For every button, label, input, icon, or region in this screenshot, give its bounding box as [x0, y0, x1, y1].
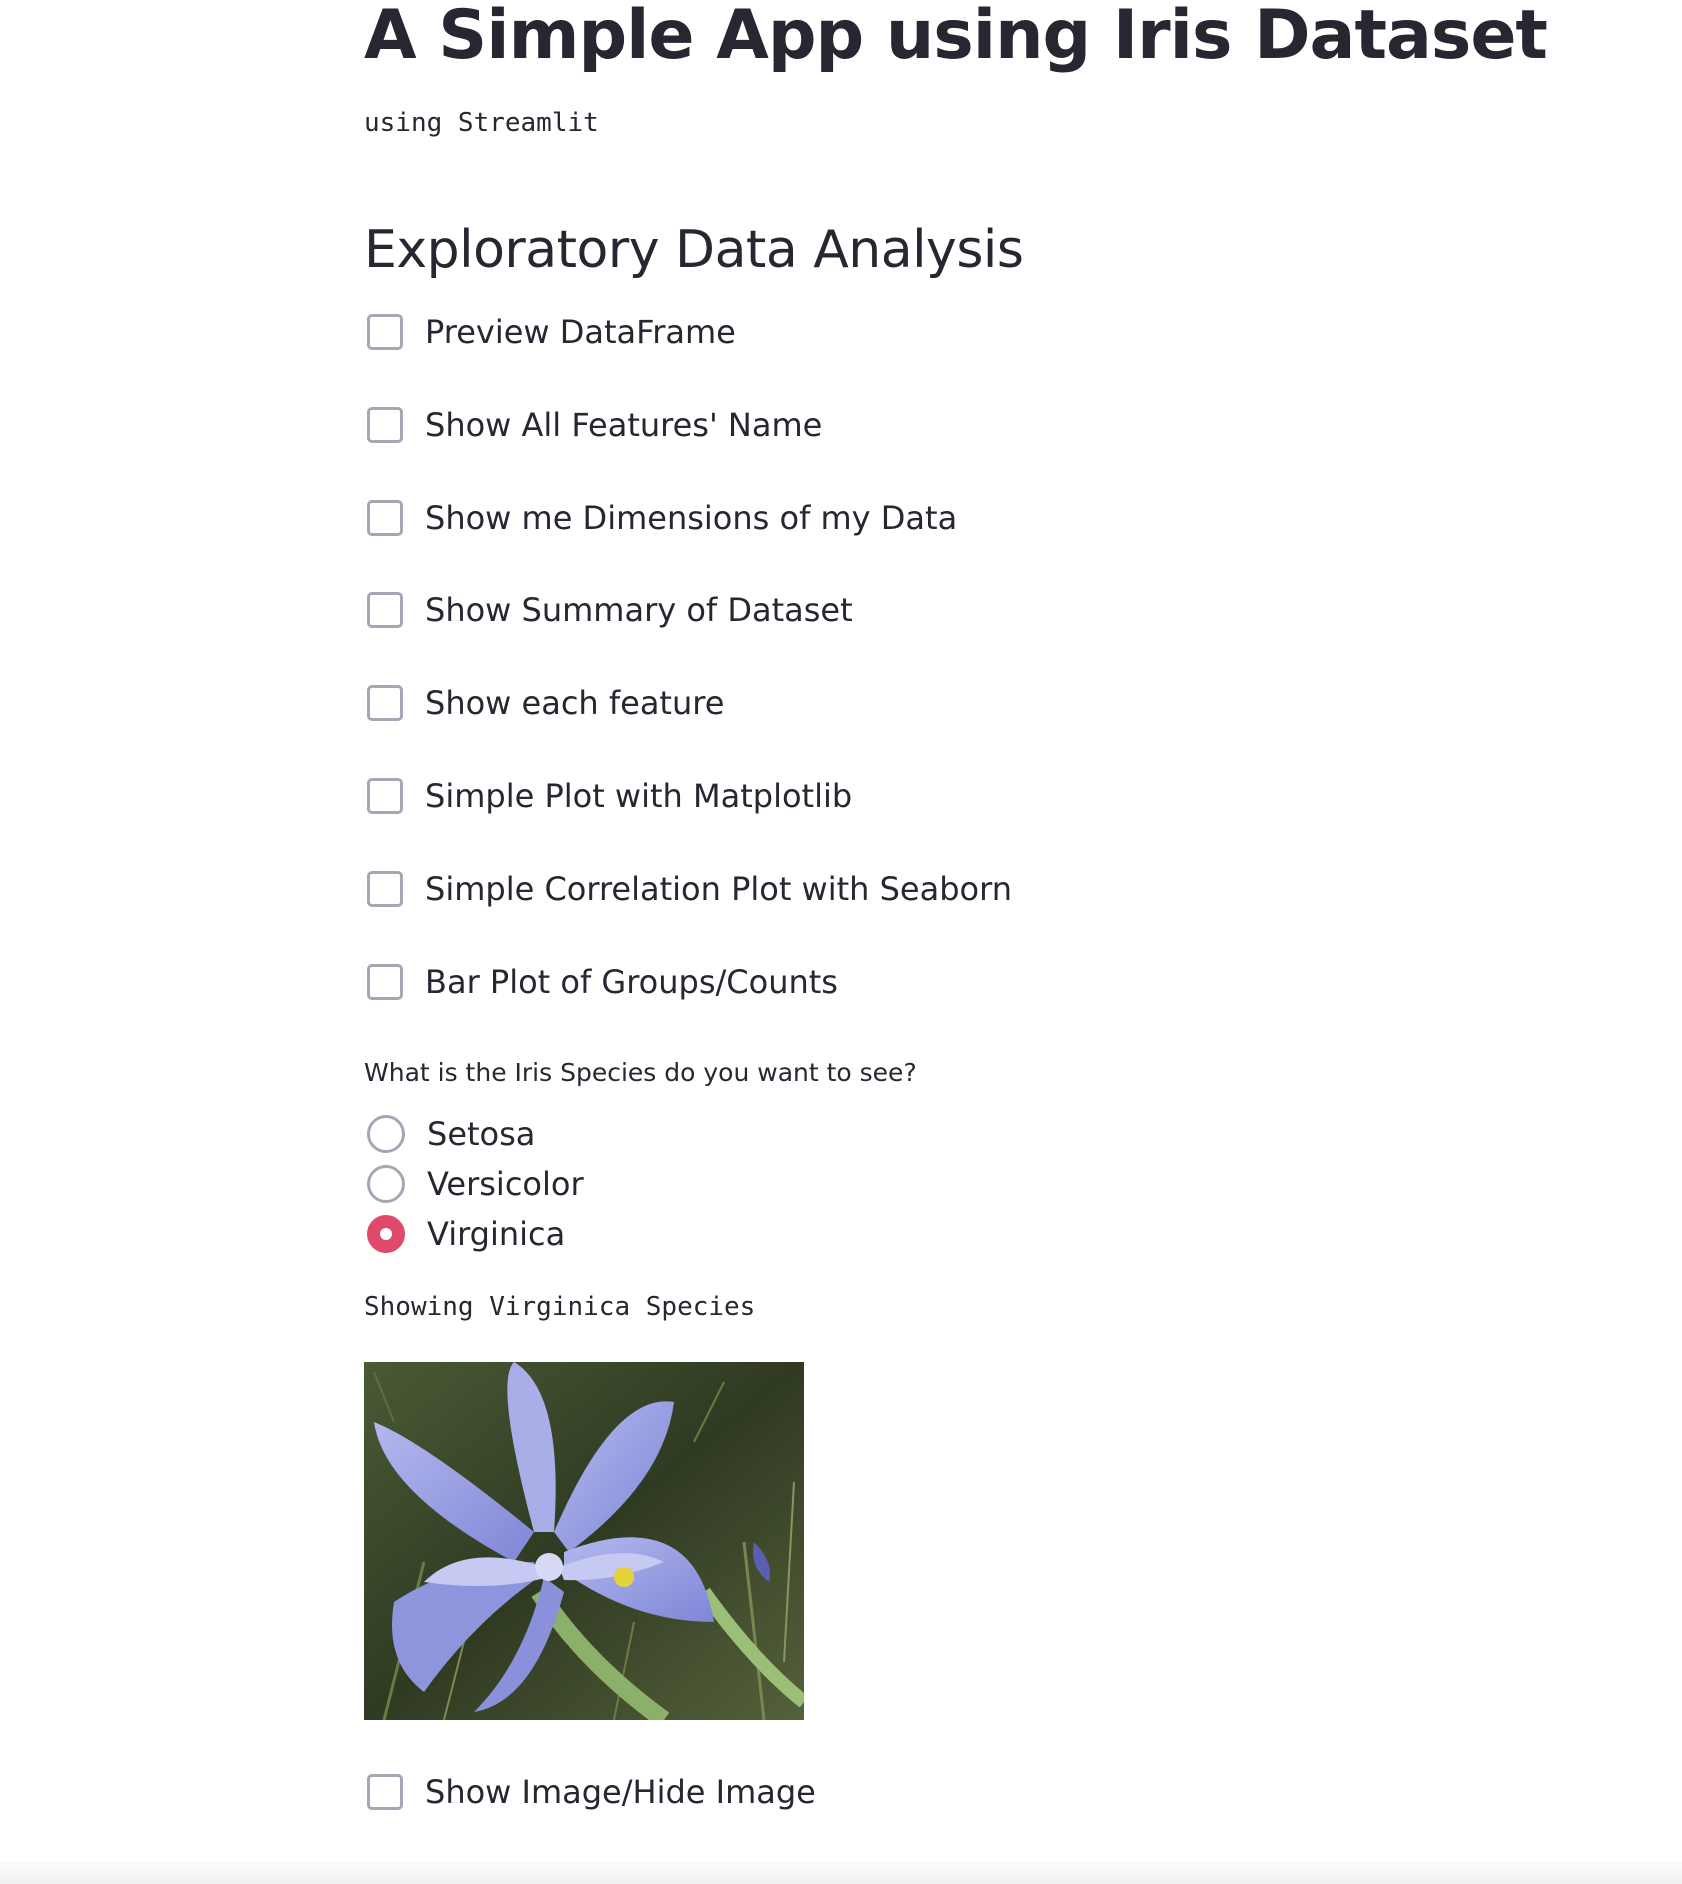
checkbox-show-each-feature[interactable]: Show each feature: [364, 681, 724, 725]
checkbox-seaborn-correlation[interactable]: Simple Correlation Plot with Seaborn: [364, 867, 1012, 911]
checkbox-box[interactable]: [367, 314, 403, 350]
checkbox-box[interactable]: [367, 1774, 403, 1810]
checkbox-show-summary[interactable]: Show Summary of Dataset: [364, 588, 853, 632]
radio-option-setosa[interactable]: Setosa: [364, 1112, 535, 1156]
checkbox-label: Bar Plot of Groups/Counts: [425, 963, 838, 1001]
checkbox-show-features-name[interactable]: Show All Features' Name: [364, 403, 822, 447]
radio-label: Virginica: [427, 1215, 566, 1253]
streamlit-page: A Simple App using Iris Dataset using St…: [0, 0, 1682, 1884]
checkbox-matplotlib-plot[interactable]: Simple Plot with Matplotlib: [364, 774, 852, 818]
iris-flower-image: [364, 1362, 804, 1720]
checkbox-show-dimensions[interactable]: Show me Dimensions of my Data: [364, 496, 957, 540]
radio-circle[interactable]: [367, 1165, 405, 1203]
checkbox-box[interactable]: [367, 964, 403, 1000]
checkbox-label: Simple Plot with Matplotlib: [425, 777, 853, 815]
radio-circle[interactable]: [367, 1115, 405, 1153]
checkbox-label: Simple Correlation Plot with Seaborn: [425, 870, 1012, 908]
eda-heading: Exploratory Data Analysis: [364, 220, 1024, 280]
checkbox-label: Show me Dimensions of my Data: [425, 499, 958, 537]
species-question: What is the Iris Species do you want to …: [364, 1058, 917, 1087]
radio-label: Setosa: [427, 1115, 536, 1153]
checkbox-label: Show All Features' Name: [425, 406, 823, 444]
checkbox-bar-plot-groups[interactable]: Bar Plot of Groups/Counts: [364, 960, 838, 1004]
checkbox-label: Show Summary of Dataset: [425, 591, 853, 629]
checkbox-label: Show each feature: [425, 684, 725, 722]
checkbox-box[interactable]: [367, 407, 403, 443]
checkbox-preview-dataframe[interactable]: Preview DataFrame: [364, 310, 736, 354]
radio-option-virginica[interactable]: Virginica: [364, 1212, 565, 1256]
showing-species-text: Showing Virginica Species: [364, 1292, 756, 1322]
radio-circle-selected[interactable]: [367, 1215, 405, 1253]
radio-option-versicolor[interactable]: Versicolor: [364, 1162, 584, 1206]
page-subtitle: using Streamlit: [364, 108, 599, 138]
checkbox-label: Show Image/Hide Image: [425, 1773, 816, 1811]
checkbox-box[interactable]: [367, 685, 403, 721]
checkbox-box[interactable]: [367, 871, 403, 907]
checkbox-box[interactable]: [367, 778, 403, 814]
checkbox-box[interactable]: [367, 500, 403, 536]
radio-label: Versicolor: [427, 1165, 584, 1203]
checkbox-label: Preview DataFrame: [425, 313, 736, 351]
bottom-bar: [0, 1862, 1682, 1884]
page-title: A Simple App using Iris Dataset: [364, 0, 1548, 75]
checkbox-show-hide-image[interactable]: Show Image/Hide Image: [364, 1770, 816, 1814]
checkbox-box[interactable]: [367, 592, 403, 628]
